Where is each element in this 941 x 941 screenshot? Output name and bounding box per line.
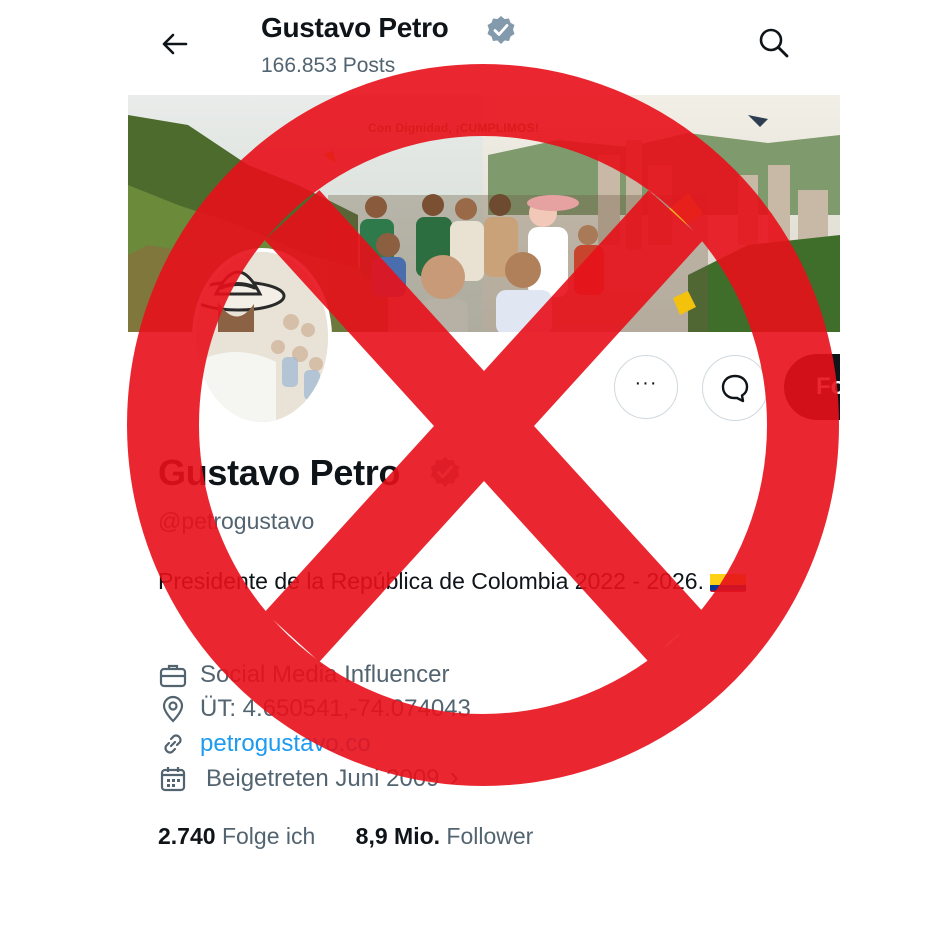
followers-stat[interactable]: 8,9 Mio. Follower: [356, 823, 534, 849]
chevron-right-icon[interactable]: ›: [450, 761, 459, 793]
link-icon: [164, 734, 182, 754]
profile-name: Gustavo Petro: [158, 452, 401, 493]
posts-count: 166.853 Posts: [261, 54, 396, 77]
joined-row: Beigetreten Juni 2009 ›: [158, 761, 459, 794]
bio-text: Presidente de la República de Colombia 2…: [158, 568, 704, 594]
colombia-flag-icon: [709, 570, 746, 592]
followers-count: 8,9 Mio.: [355, 823, 441, 849]
search-icon: [759, 28, 789, 58]
briefcase-icon: [159, 664, 187, 688]
banner-slogan: Con Dignidad, ¡CUMPLIMOS!: [368, 121, 539, 135]
header-name: Gustavo Petro: [261, 12, 449, 43]
more-icon: ···: [634, 371, 658, 394]
website-row: petrogustavo.co: [158, 729, 371, 759]
occupation-text: Social Media Influencer: [200, 661, 450, 688]
search-button[interactable]: [756, 25, 792, 61]
location-text: ÜT: 4.650541,-74.074043: [200, 695, 471, 722]
location-pin-icon: [162, 695, 184, 723]
message-button[interactable]: [702, 355, 768, 421]
more-options-button[interactable]: ···: [614, 355, 678, 419]
follow-stats: 2.740 Folge ich 8,9 Mio. Follower: [158, 823, 533, 850]
location-row: ÜT: 4.650541,-74.074043: [158, 694, 471, 724]
back-arrow-icon: [162, 33, 188, 55]
message-icon: [721, 374, 749, 403]
joined-text: Beigetreten Juni 2009: [206, 765, 440, 792]
calendar-icon: [160, 767, 186, 792]
website-link[interactable]: petrogustavo.co: [200, 730, 371, 758]
profile-card: Gustavo Petro 166.853 Posts Con Dignidad…: [128, 0, 840, 852]
occupation-row: Social Media Influencer: [158, 660, 449, 690]
verified-badge-icon: [485, 14, 517, 46]
profile-bio: Presidente de la República de Colombia 2…: [158, 563, 798, 599]
following-count: 2.740: [158, 823, 216, 849]
verified-badge-icon: [428, 455, 462, 489]
following-label: Folge ich: [221, 823, 316, 849]
avatar-photo: [196, 252, 328, 422]
top-bar: Gustavo Petro 166.853 Posts: [128, 0, 840, 95]
avatar[interactable]: [192, 248, 332, 426]
profile-handle: @petrogustavo: [158, 508, 315, 534]
back-button[interactable]: [156, 26, 192, 62]
follow-button[interactable]: Folgen: [784, 354, 840, 420]
following-stat[interactable]: 2.740 Folge ich: [158, 823, 315, 849]
followers-label: Follower: [446, 823, 534, 849]
